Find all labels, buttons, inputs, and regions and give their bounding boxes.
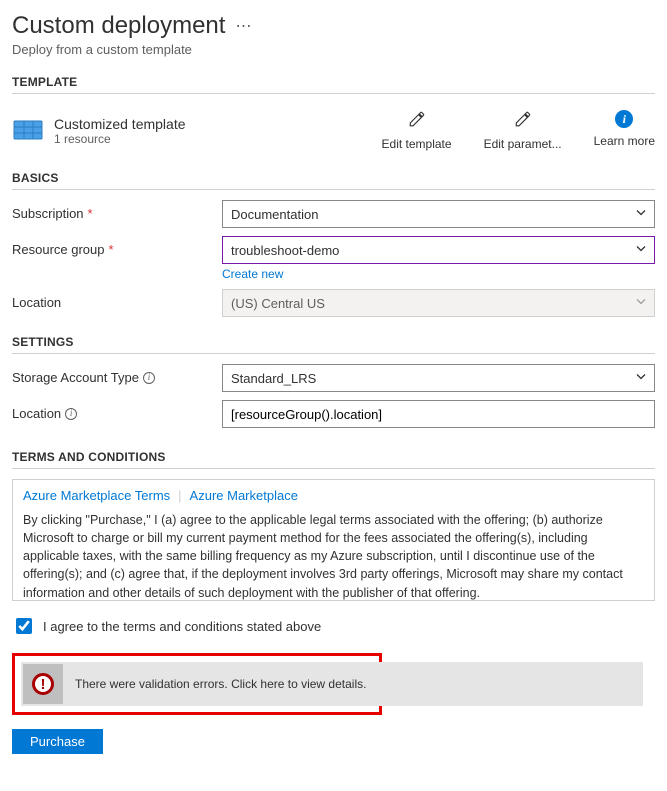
divider: | bbox=[178, 488, 181, 503]
edit-template-label: Edit template bbox=[382, 137, 452, 151]
resource-group-select[interactable]: troubleshoot-demo bbox=[222, 236, 655, 264]
page-title: Custom deployment bbox=[12, 12, 225, 40]
purchase-button[interactable]: Purchase bbox=[12, 729, 103, 754]
more-actions-icon[interactable]: ⋯ bbox=[235, 16, 251, 36]
location-label: Location bbox=[12, 289, 222, 310]
subscription-label: Subscription* bbox=[12, 200, 222, 221]
settings-location-label: Location i bbox=[12, 400, 222, 421]
subscription-select[interactable]: Documentation bbox=[222, 200, 655, 228]
validation-message: There were validation errors. Click here… bbox=[75, 677, 366, 691]
edit-template-button[interactable]: Edit template bbox=[382, 110, 452, 151]
terms-scroll[interactable]: Azure Marketplace Terms | Azure Marketpl… bbox=[13, 480, 654, 600]
settings-location-input[interactable] bbox=[222, 400, 655, 428]
azure-marketplace-link[interactable]: Azure Marketplace bbox=[190, 488, 298, 503]
section-heading-template: TEMPLATE bbox=[12, 75, 655, 94]
template-icon bbox=[12, 115, 44, 147]
location-select: (US) Central US bbox=[222, 289, 655, 317]
template-resource-count: 1 resource bbox=[54, 132, 186, 146]
validation-highlight: ! There were validation errors. Click he… bbox=[12, 653, 382, 715]
storage-account-type-select[interactable]: Standard_LRS bbox=[222, 364, 655, 392]
info-icon: i bbox=[615, 110, 633, 128]
edit-parameters-label: Edit paramet... bbox=[484, 137, 562, 151]
section-heading-basics: BASICS bbox=[12, 171, 655, 190]
info-icon[interactable]: i bbox=[143, 372, 155, 384]
create-new-link[interactable]: Create new bbox=[222, 267, 283, 281]
section-heading-settings: SETTINGS bbox=[12, 335, 655, 354]
storage-account-type-label: Storage Account Type i bbox=[12, 364, 222, 385]
azure-marketplace-terms-link[interactable]: Azure Marketplace Terms bbox=[23, 488, 170, 503]
error-icon-bg: ! bbox=[23, 664, 63, 704]
error-icon: ! bbox=[32, 673, 54, 695]
terms-box: Azure Marketplace Terms | Azure Marketpl… bbox=[12, 479, 655, 601]
learn-more-button[interactable]: i Learn more bbox=[594, 110, 655, 151]
validation-error-banner[interactable]: ! There were validation errors. Click he… bbox=[21, 662, 643, 706]
pencil-icon bbox=[514, 110, 532, 131]
edit-parameters-button[interactable]: Edit paramet... bbox=[484, 110, 562, 151]
terms-body-text: By clicking "Purchase," I (a) agree to t… bbox=[23, 511, 632, 600]
template-name: Customized template bbox=[54, 116, 186, 132]
info-icon[interactable]: i bbox=[65, 408, 77, 420]
section-heading-terms: TERMS AND CONDITIONS bbox=[12, 450, 655, 469]
page-subtitle: Deploy from a custom template bbox=[12, 42, 655, 57]
resource-group-label: Resource group* bbox=[12, 236, 222, 257]
agree-label: I agree to the terms and conditions stat… bbox=[43, 619, 321, 634]
agree-checkbox[interactable] bbox=[16, 618, 32, 634]
pencil-icon bbox=[408, 110, 426, 131]
learn-more-label: Learn more bbox=[594, 134, 655, 148]
